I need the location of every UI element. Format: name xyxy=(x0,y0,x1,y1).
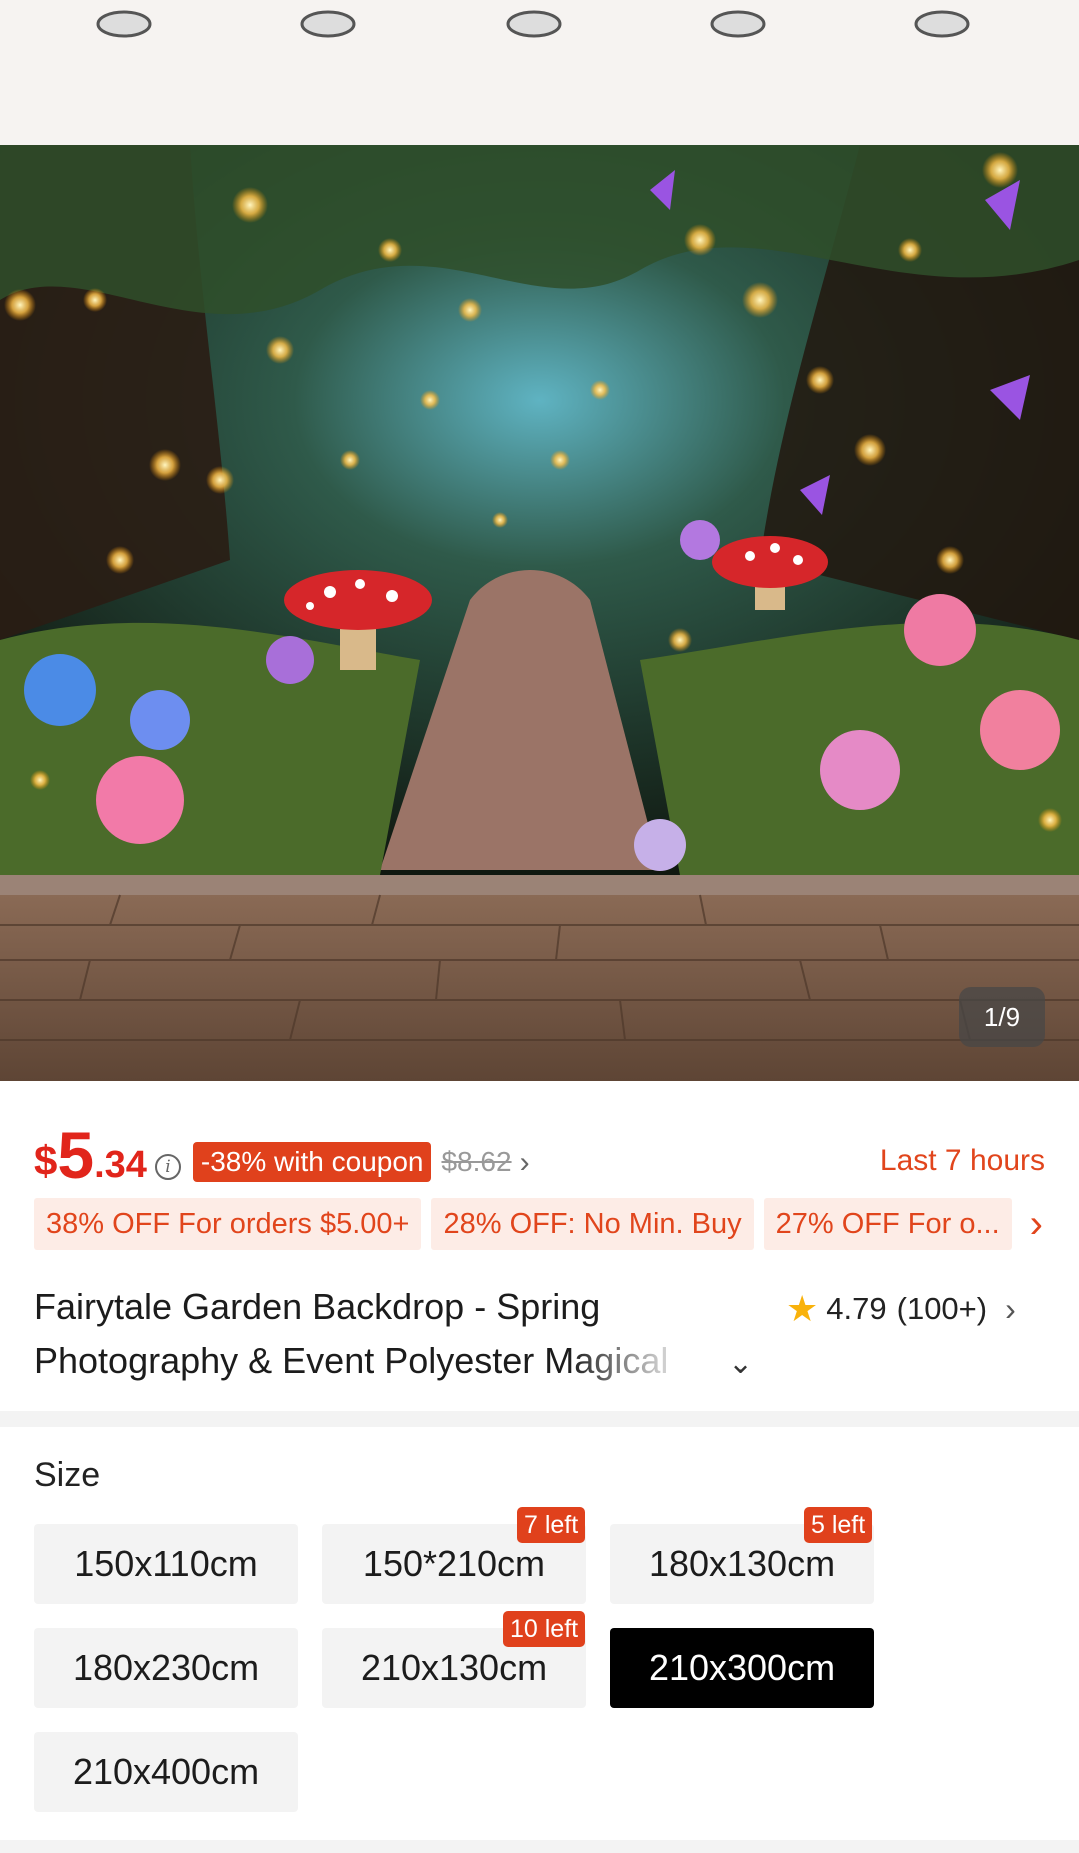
offer-chip[interactable]: 28% OFF: No Min. Buy xyxy=(431,1198,754,1250)
chevron-right-icon[interactable]: › xyxy=(1030,1202,1043,1247)
size-option[interactable]: 210x400cm xyxy=(34,1732,298,1812)
stock-badge: 7 left xyxy=(517,1507,586,1543)
title-line-2-faded: Magical xyxy=(544,1340,669,1381)
price-integer: 5 xyxy=(57,1118,95,1192)
coupon-badge: -38% with coupon xyxy=(192,1142,432,1182)
stock-badge: 5 left xyxy=(804,1507,873,1543)
price-currency: $ xyxy=(34,1137,58,1184)
size-option[interactable]: 150x110cm xyxy=(34,1524,298,1604)
image-counter: 1/9 xyxy=(959,987,1045,1047)
product-image-gallery[interactable]: 1/9 xyxy=(0,0,1079,1081)
section-divider xyxy=(0,1840,1079,1853)
offer-chip[interactable]: 38% OFF For orders $5.00+ xyxy=(34,1198,422,1250)
title-line-1: Fairytale Garden Backdrop - Spring xyxy=(34,1286,601,1327)
star-icon: ★ xyxy=(786,1288,819,1329)
rating-value: 4.79 xyxy=(826,1291,887,1326)
rating-summary[interactable]: ★ 4.79 (100+) › xyxy=(786,1288,1016,1330)
price-row: $ 5 .34 i -38% with coupon $8.62 › Last … xyxy=(34,1118,1045,1188)
product-title[interactable]: Fairytale Garden Backdrop - Spring Photo… xyxy=(34,1280,754,1388)
chevron-right-icon: › xyxy=(1005,1290,1016,1327)
section-divider xyxy=(0,1411,1079,1427)
size-option[interactable]: 180x230cm xyxy=(34,1628,298,1708)
chevron-down-icon[interactable]: ⌄ xyxy=(728,1346,753,1381)
promo-countdown: Last 7 hours xyxy=(879,1144,1045,1177)
price-decimal: .34 xyxy=(94,1144,147,1186)
product-image xyxy=(0,0,1079,1081)
size-label: Size xyxy=(34,1456,101,1494)
offers-row[interactable]: 38% OFF For orders $5.00+ 28% OFF: No Mi… xyxy=(34,1198,1059,1250)
size-option-selected[interactable]: 210x300cm xyxy=(610,1628,874,1708)
title-line-2: Photography & Event Polyester xyxy=(34,1340,545,1381)
info-icon[interactable]: i xyxy=(154,1154,181,1180)
rating-count: (100+) xyxy=(896,1291,988,1326)
stock-badge: 10 left xyxy=(503,1611,586,1647)
chevron-right-icon[interactable]: › xyxy=(520,1146,530,1180)
offer-chip[interactable]: 27% OFF For o... xyxy=(763,1198,1012,1250)
original-price: $8.62 xyxy=(441,1146,512,1177)
